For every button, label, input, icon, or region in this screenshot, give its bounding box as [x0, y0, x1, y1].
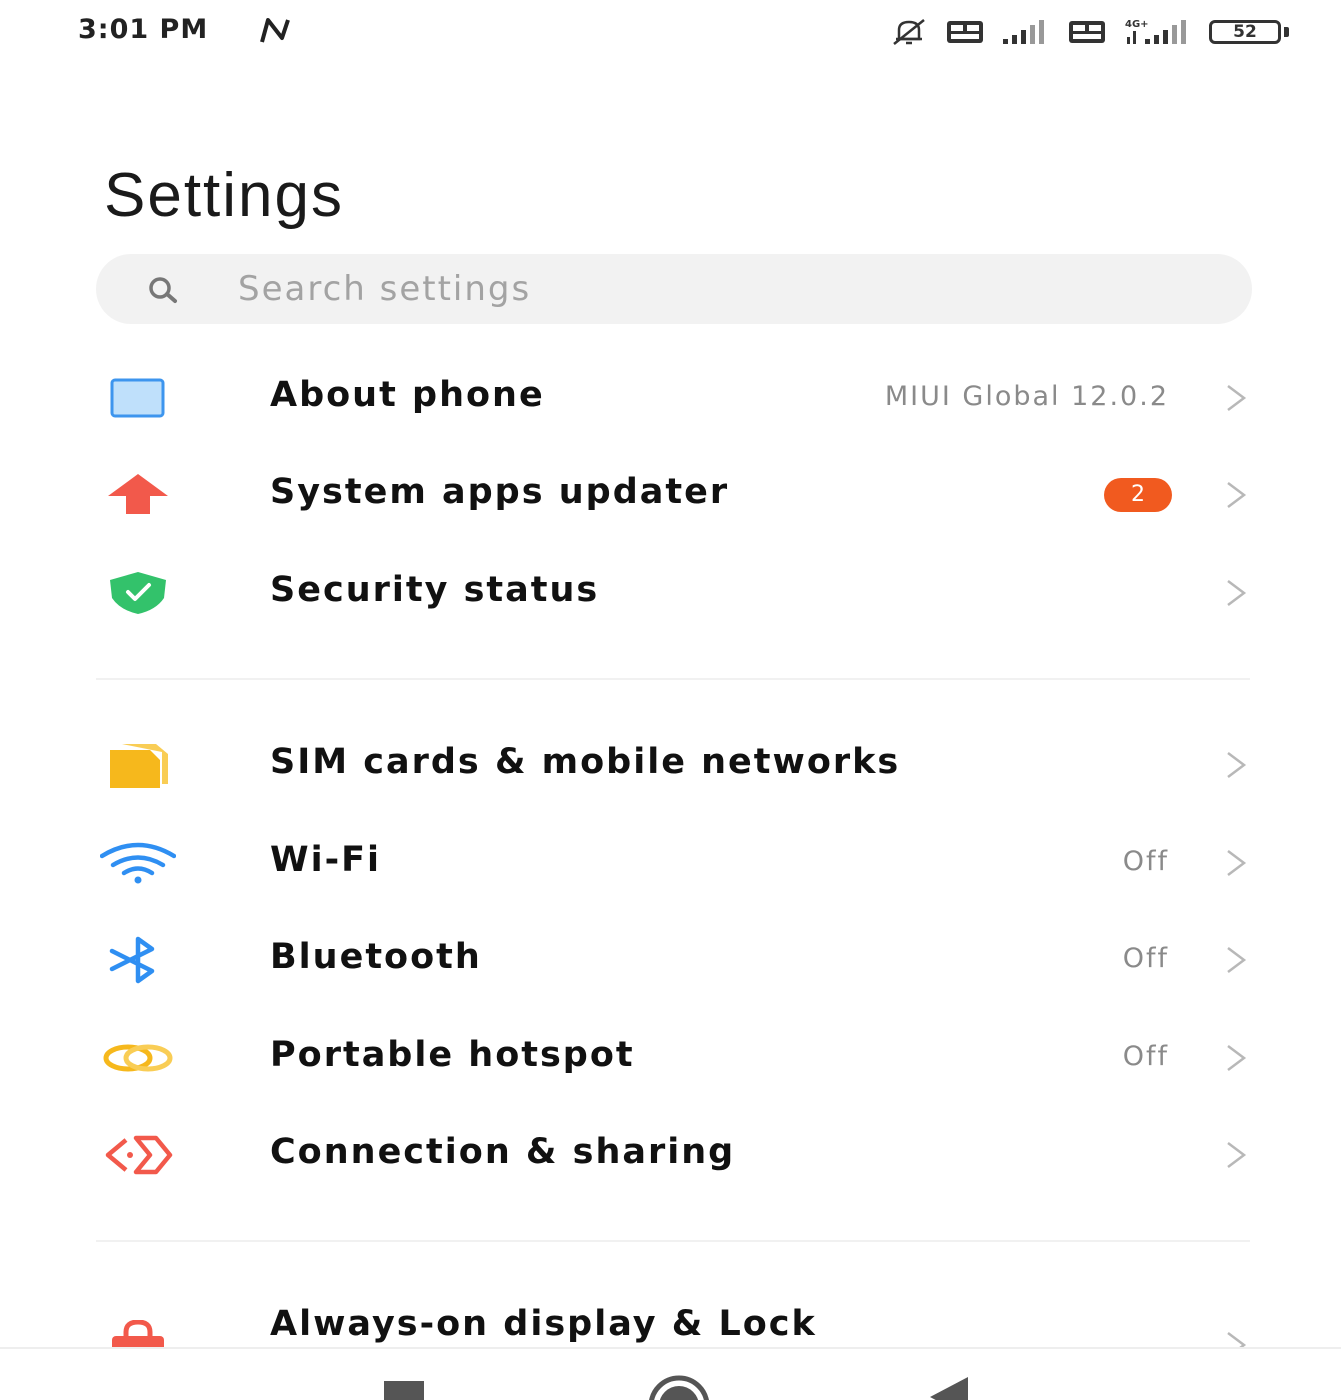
volte-icon: [947, 21, 983, 43]
settings-item-system-apps-updater[interactable]: System apps updater 2: [0, 450, 1341, 540]
home-circle-icon[interactable]: [646, 1373, 712, 1400]
settings-item-bluetooth[interactable]: Bluetooth Off: [0, 915, 1341, 1005]
settings-item-label: Portable hotspot: [270, 1035, 635, 1075]
settings-item-about-phone[interactable]: About phone MIUI Global 12.0.2: [0, 353, 1341, 443]
settings-item-value: MIUI Global 12.0.2: [884, 381, 1169, 412]
settings-item-value: Off: [1122, 846, 1169, 877]
settings-item-connection-sharing[interactable]: Connection & sharing: [0, 1110, 1341, 1200]
status-bar: 3:01 PM 4G+ 52: [0, 0, 1341, 62]
phone-icon: [110, 378, 165, 418]
update-count-badge: 2: [1104, 478, 1172, 512]
upload-arrow-icon: [108, 474, 168, 514]
page-title: Settings: [104, 161, 345, 230]
settings-item-label: Always-on display & Lock: [270, 1304, 817, 1344]
section-divider: [96, 1240, 1250, 1242]
shield-check-icon: [110, 572, 166, 614]
bluetooth-icon: [109, 936, 155, 984]
search-bar[interactable]: [96, 254, 1252, 324]
chevron-right-icon: [1227, 482, 1247, 508]
search-icon: [149, 277, 177, 303]
settings-item-sim-cards[interactable]: SIM cards & mobile networks: [0, 720, 1341, 810]
chevron-right-icon: [1227, 850, 1247, 876]
search-input[interactable]: [238, 262, 1198, 316]
settings-item-label: System apps updater: [270, 472, 730, 512]
chevron-right-icon: [1227, 1332, 1247, 1348]
settings-item-security-status[interactable]: Security status: [0, 548, 1341, 638]
signal-icon: [1003, 20, 1044, 44]
settings-item-label: Security status: [270, 570, 600, 610]
status-icons: 4G+ 52: [889, 16, 1289, 48]
volte-icon: [1069, 21, 1105, 43]
silent-bell-icon: [893, 19, 925, 45]
battery-icon: 52: [1209, 18, 1289, 46]
settings-item-label: About phone: [270, 375, 545, 415]
settings-item-label: Wi-Fi: [270, 840, 382, 880]
wifi-icon: [100, 842, 176, 884]
settings-item-value: Off: [1122, 943, 1169, 974]
chevron-right-icon: [1227, 1045, 1247, 1071]
back-triangle-icon[interactable]: [928, 1377, 970, 1400]
recents-square-icon[interactable]: [384, 1379, 424, 1400]
hotspot-icon: [103, 1044, 173, 1072]
section-divider: [96, 678, 1250, 680]
chevron-right-icon: [1227, 1142, 1247, 1168]
battery-level: 52: [1209, 20, 1281, 44]
navigation-bar: [0, 1347, 1341, 1400]
status-time: 3:01 PM: [78, 14, 209, 45]
chevron-right-icon: [1227, 385, 1247, 411]
4g-signal-icon: 4G+: [1125, 19, 1186, 44]
settings-item-wifi[interactable]: Wi-Fi Off: [0, 818, 1341, 908]
sim-card-icon: [110, 744, 168, 788]
nfc-icon: [260, 18, 290, 43]
settings-item-label: Bluetooth: [270, 937, 482, 977]
chevron-right-icon: [1227, 752, 1247, 778]
lock-icon: [112, 1320, 164, 1348]
chevron-right-icon: [1227, 580, 1247, 606]
settings-item-value: Off: [1122, 1041, 1169, 1072]
network-type-label: 4G+: [1125, 19, 1149, 30]
settings-item-label: SIM cards & mobile networks: [270, 742, 901, 782]
chevron-right-icon: [1227, 947, 1247, 973]
settings-item-always-on-display-lock[interactable]: Always-on display & Lock: [0, 1282, 1341, 1348]
settings-item-portable-hotspot[interactable]: Portable hotspot Off: [0, 1013, 1341, 1103]
settings-item-label: Connection & sharing: [270, 1132, 736, 1172]
connection-sharing-icon: [105, 1135, 173, 1175]
